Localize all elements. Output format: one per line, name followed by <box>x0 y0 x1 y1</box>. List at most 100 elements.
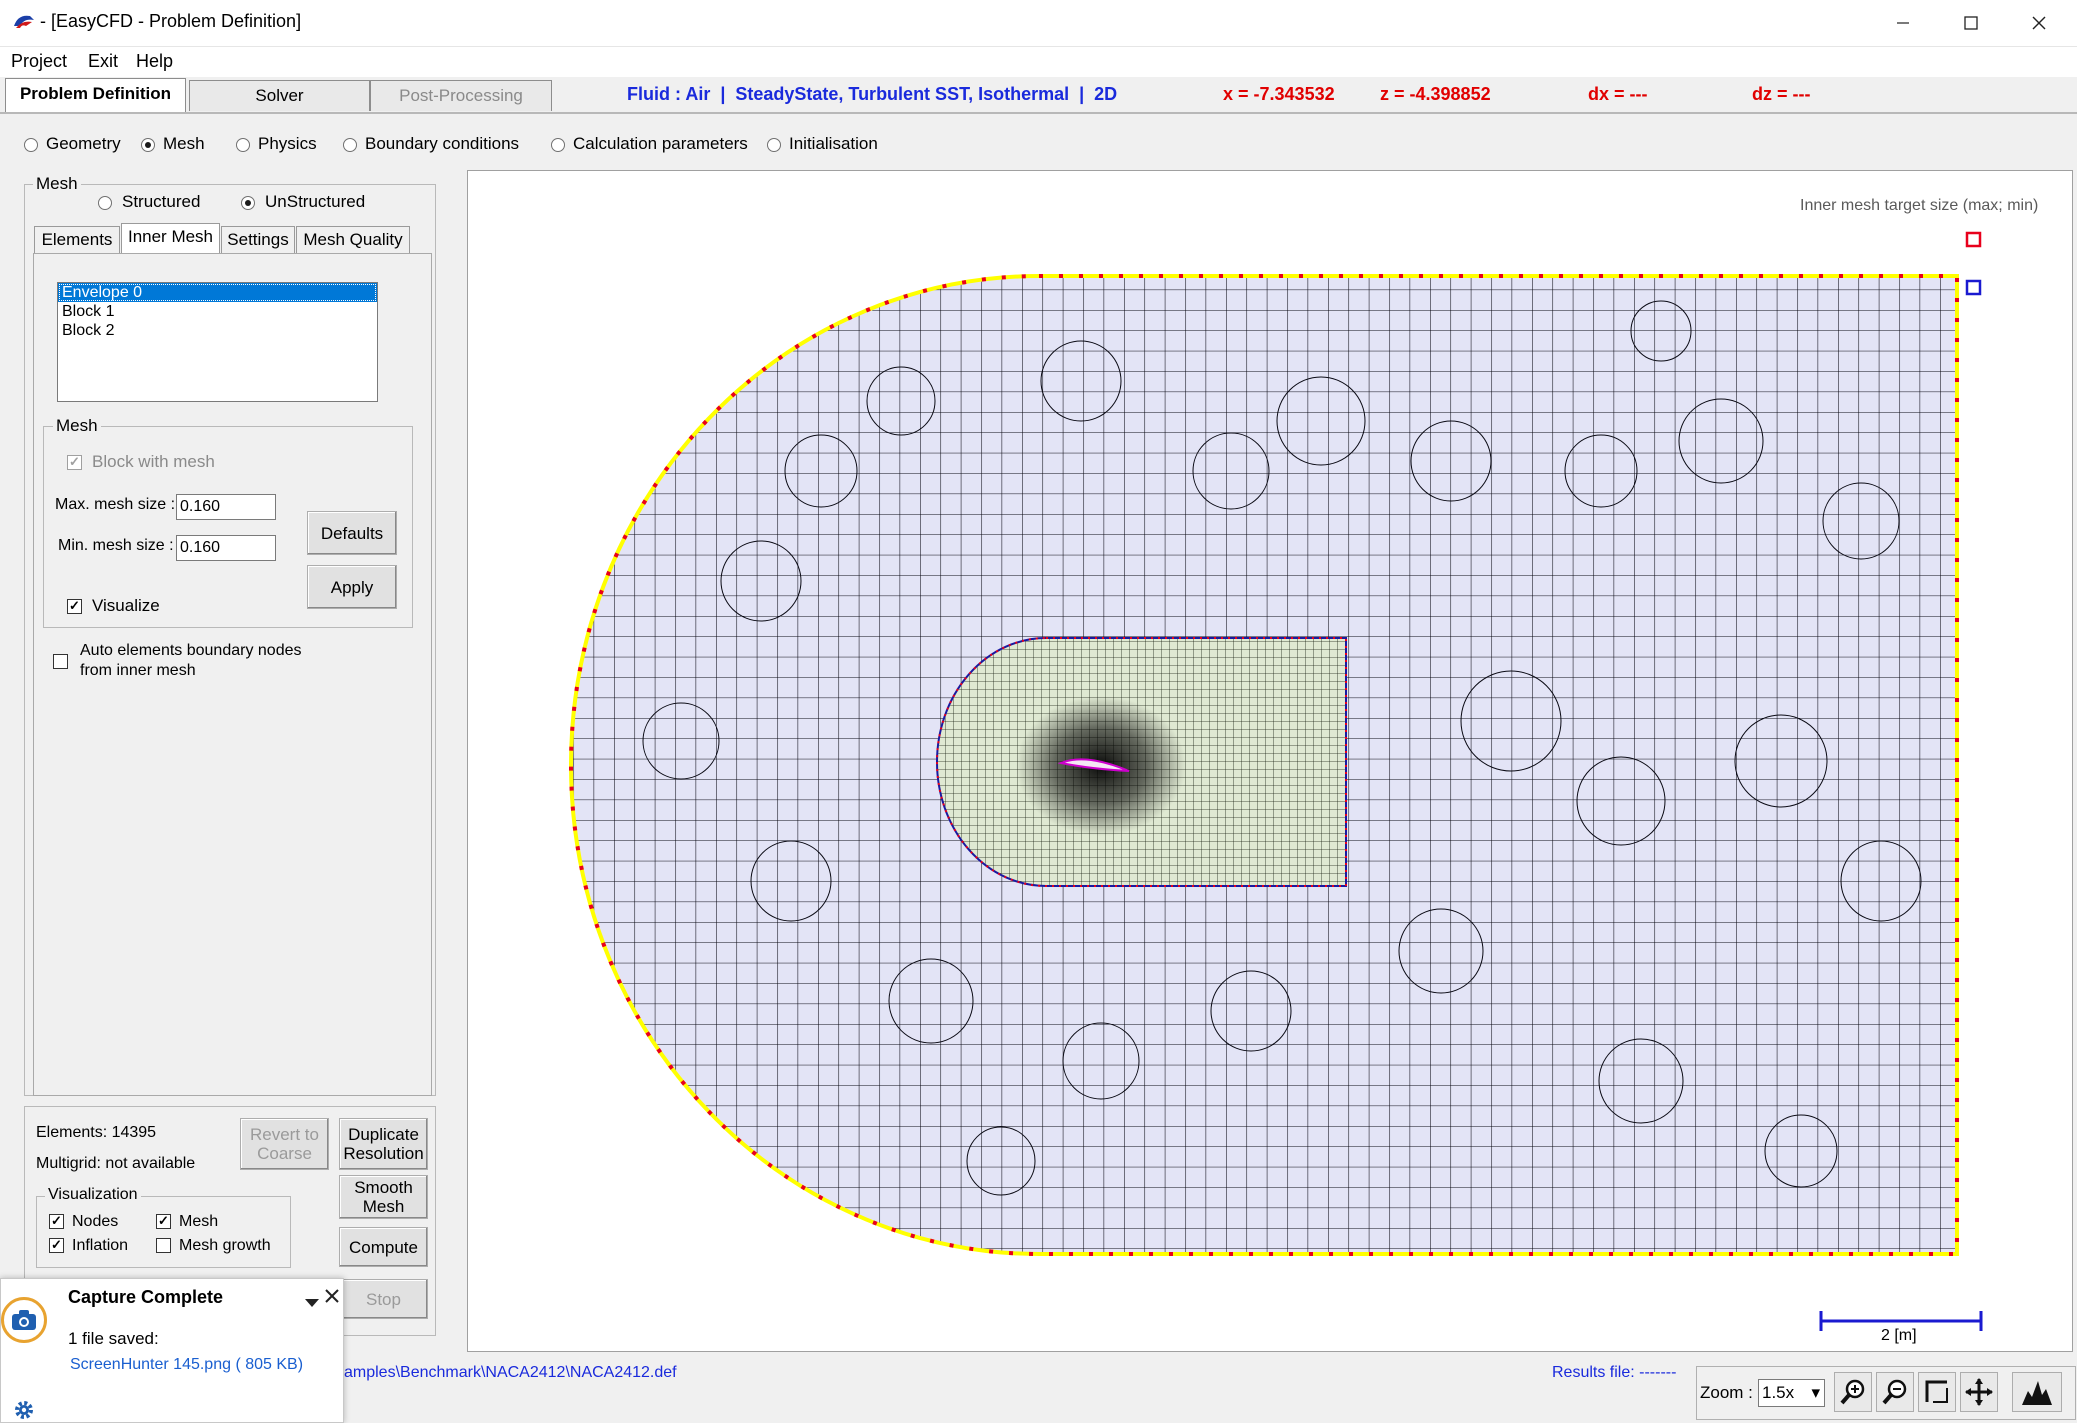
dx-readout: dx = --- <box>1588 84 1648 104</box>
maximize-button[interactable] <box>1937 0 2005 46</box>
maximize-icon <box>1964 16 1978 30</box>
radio-selected-icon <box>241 195 255 210</box>
subtab-settings[interactable]: Settings <box>221 226 295 253</box>
structured-radio[interactable]: Structured <box>98 192 200 212</box>
max-mesh-size-input[interactable]: 0.160 <box>176 494 276 520</box>
collapse-notification-button[interactable] <box>305 1293 319 1313</box>
saved-file-link[interactable]: ScreenHunter 145.png ( 805 KB) <box>70 1356 303 1374</box>
subtab-inner-mesh[interactable]: Inner Mesh <box>121 223 220 253</box>
mode-initialisation[interactable]: Initialisation <box>767 134 878 154</box>
block-with-mesh-checkbox[interactable]: ✓ Block with mesh <box>67 452 215 472</box>
auto-elements-checkbox[interactable] <box>53 651 68 671</box>
app-logo-icon <box>14 15 34 28</box>
checkbox-checked-icon: ✓ <box>156 1214 171 1230</box>
close-icon <box>2032 16 2046 30</box>
chevron-down-icon: ▾ <box>1811 1383 1820 1402</box>
stop-button[interactable]: Stop <box>339 1279 428 1319</box>
nodes-checkbox[interactable]: ✓ Nodes <box>49 1213 118 1231</box>
list-item-block-1[interactable]: Block 1 <box>58 302 377 321</box>
scale-label: 2 [m] <box>1881 1327 1917 1344</box>
profile-view-button[interactable] <box>2012 1372 2062 1412</box>
pan-button[interactable] <box>1960 1372 1998 1412</box>
definition-file-path: amples\Benchmark\NACA2412\NACA2412.def <box>344 1364 677 1381</box>
capture-badge <box>1 1297 47 1343</box>
notification-title: Capture Complete <box>68 1287 224 1307</box>
min-mesh-size-label: Min. mesh size : <box>58 537 174 554</box>
auto-elements-label-2: from inner mesh <box>80 662 196 679</box>
tab-solver[interactable]: Solver <box>189 80 370 111</box>
visualization-group-label: Visualization <box>45 1186 141 1204</box>
defaults-button[interactable]: Defaults <box>307 511 397 555</box>
min-size-marker <box>1965 279 1982 296</box>
close-notification-button[interactable] <box>324 1288 340 1309</box>
mode-geometry[interactable]: Geometry <box>24 134 121 154</box>
zoom-in-button[interactable] <box>1834 1372 1872 1412</box>
zoom-extents-icon <box>1925 1380 1948 1403</box>
mode-calculation-parameters[interactable]: Calculation parameters <box>551 134 748 154</box>
radio-icon <box>98 195 112 210</box>
visualize-checkbox[interactable]: ✓ Visualize <box>67 596 160 616</box>
mesh-canvas[interactable]: Inner mesh target size (max; min) 2 [m] <box>467 170 2073 1352</box>
inner-mesh-target-legend: Inner mesh target size (max; min) <box>1800 197 2039 214</box>
capture-notification: Capture Complete 1 file saved: ScreenHun… <box>0 1278 344 1423</box>
multigrid-status: Multigrid: not available <box>36 1155 196 1172</box>
zoom-select[interactable]: 1.5x ▾ <box>1758 1379 1825 1407</box>
radio-selected-icon <box>141 137 155 152</box>
menu-bar: Project Exit Help <box>0 47 2077 77</box>
camera-icon <box>12 1310 36 1330</box>
elements-count: Elements: 14395 <box>36 1124 157 1141</box>
tab-post-processing[interactable]: Post-Processing <box>370 80 552 111</box>
mode-physics[interactable]: Physics <box>236 134 317 154</box>
apply-button[interactable]: Apply <box>307 565 397 609</box>
smooth-mesh-button[interactable]: Smooth Mesh <box>339 1175 428 1219</box>
easycfd-window: - [EasyCFD - Problem Definition] Project… <box>0 0 2077 1423</box>
checkbox-icon <box>156 1238 171 1254</box>
radio-icon <box>767 137 781 152</box>
inner-mesh-group-label: Mesh <box>53 416 101 436</box>
pan-move-icon <box>1965 1378 1993 1406</box>
zoom-extents-button[interactable] <box>1918 1372 1956 1412</box>
tab-problem-definition[interactable]: Problem Definition <box>5 78 186 112</box>
unstructured-radio[interactable]: UnStructured <box>241 192 365 212</box>
zoom-label: Zoom : <box>1700 1383 1753 1402</box>
checkbox-icon <box>53 654 68 670</box>
compute-button[interactable]: Compute <box>339 1227 428 1267</box>
radio-icon <box>24 137 38 152</box>
close-icon <box>325 1289 339 1303</box>
notification-message: 1 file saved: <box>68 1329 159 1348</box>
fluid-status: Fluid : Air | SteadyState, Turbulent SST… <box>627 84 1118 104</box>
auto-elements-label-1: Auto elements boundary nodes <box>80 642 302 659</box>
results-file: Results file: ------- <box>1552 1364 1677 1381</box>
mesh-group-label: Mesh <box>33 174 81 194</box>
gear-icon <box>15 1401 33 1419</box>
subtab-elements[interactable]: Elements <box>34 226 120 253</box>
mode-boundary-conditions[interactable]: Boundary conditions <box>343 134 519 154</box>
mesh-growth-checkbox[interactable]: Mesh growth <box>156 1237 271 1255</box>
list-item-envelope[interactable]: Envelope 0 <box>58 283 377 302</box>
radio-icon <box>343 137 357 152</box>
inflation-checkbox[interactable]: ✓ Inflation <box>49 1237 128 1255</box>
notification-settings-button[interactable] <box>13 1399 35 1423</box>
min-mesh-size-input[interactable]: 0.160 <box>176 535 276 561</box>
list-item-block-2[interactable]: Block 2 <box>58 321 377 340</box>
mesh-view[interactable] <box>468 171 2074 1353</box>
close-button[interactable] <box>2005 0 2073 46</box>
checkbox-checked-icon: ✓ <box>49 1238 64 1254</box>
minimize-button[interactable] <box>1869 0 1937 46</box>
zoom-out-button[interactable] <box>1876 1372 1914 1412</box>
radio-icon <box>551 137 565 152</box>
menu-help[interactable]: Help <box>136 51 173 72</box>
max-size-marker <box>1965 231 1982 248</box>
duplicate-resolution-button[interactable]: Duplicate Resolution <box>339 1118 428 1170</box>
block-list[interactable]: Envelope 0 Block 1 Block 2 <box>57 282 378 402</box>
menu-exit[interactable]: Exit <box>88 51 118 72</box>
checkbox-checked-icon: ✓ <box>67 599 82 615</box>
dz-readout: dz = --- <box>1752 84 1811 104</box>
menu-project[interactable]: Project <box>11 51 67 72</box>
subtab-mesh-quality[interactable]: Mesh Quality <box>296 226 410 253</box>
mesh-checkbox[interactable]: ✓ Mesh <box>156 1213 218 1231</box>
mode-mesh[interactable]: Mesh <box>141 134 205 154</box>
checkbox-checked-icon: ✓ <box>67 455 82 471</box>
revert-to-coarse-button[interactable]: Revert to Coarse <box>240 1118 329 1170</box>
checkbox-checked-icon: ✓ <box>49 1214 64 1230</box>
